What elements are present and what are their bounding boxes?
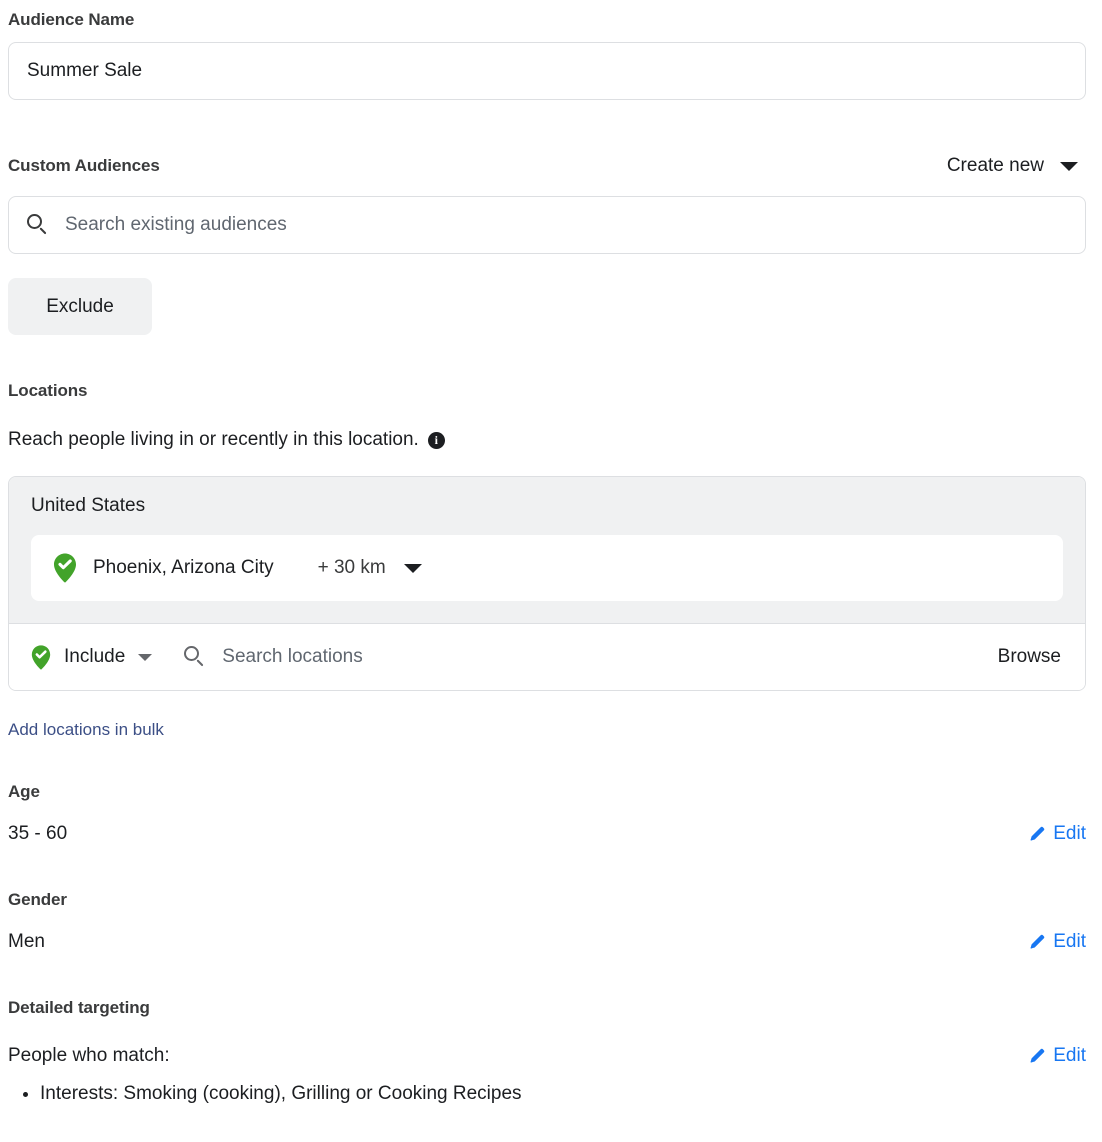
edit-gender-button[interactable]: Edit xyxy=(1029,931,1086,953)
locations-description: Reach people living in or recently in th… xyxy=(8,429,445,451)
audience-name-value: Summer Sale xyxy=(27,60,142,82)
include-label: Include xyxy=(64,646,125,668)
edit-detailed-targeting-button[interactable]: Edit xyxy=(1029,1045,1086,1067)
locations-description-text: Reach people living in or recently in th… xyxy=(8,429,419,451)
selected-location-label: Phoenix, Arizona City xyxy=(93,557,274,579)
audience-editor-panel: Audience Name Summer Sale Custom Audienc… xyxy=(0,0,1102,1142)
search-icon xyxy=(184,646,206,668)
pencil-icon xyxy=(1029,1047,1047,1065)
search-audiences-placeholder: Search existing audiences xyxy=(65,214,287,236)
edit-gender-label: Edit xyxy=(1053,931,1086,953)
search-audiences-input[interactable]: Search existing audiences xyxy=(8,196,1086,254)
custom-audiences-header: Custom Audiences Create new xyxy=(8,155,1086,177)
age-label: Age xyxy=(8,782,40,802)
audience-name-label: Audience Name xyxy=(8,10,1094,30)
edit-age-button[interactable]: Edit xyxy=(1029,823,1086,845)
list-item: Interests: Smoking (cooking), Grilling o… xyxy=(40,1082,522,1106)
age-value: 35 - 60 xyxy=(8,823,67,845)
create-new-dropdown[interactable]: Create new xyxy=(947,155,1086,177)
chevron-down-icon xyxy=(138,654,152,661)
pencil-icon xyxy=(1029,825,1047,843)
locations-search-row: Include Search locations Browse xyxy=(9,623,1085,690)
detailed-targeting-label: Detailed targeting xyxy=(8,998,150,1018)
gender-label: Gender xyxy=(8,890,67,910)
interests-list: Interests: Smoking (cooking), Grilling o… xyxy=(8,1082,522,1106)
people-who-match-label: People who match: xyxy=(8,1045,170,1067)
locations-selected-area: United States Phoenix, Arizona City + 30… xyxy=(9,477,1085,623)
location-search-placeholder: Search locations xyxy=(222,646,362,668)
create-new-label: Create new xyxy=(947,155,1044,177)
edit-detailed-targeting-label: Edit xyxy=(1053,1045,1086,1067)
locations-card: United States Phoenix, Arizona City + 30… xyxy=(8,476,1086,691)
search-icon xyxy=(27,214,49,236)
age-row: 35 - 60 Edit xyxy=(8,823,1086,845)
chevron-down-icon xyxy=(1060,162,1078,171)
include-exclude-dropdown[interactable]: Include xyxy=(31,645,152,670)
edit-age-label: Edit xyxy=(1053,823,1086,845)
location-pin-icon xyxy=(53,553,77,583)
exclude-button[interactable]: Exclude xyxy=(8,278,152,335)
add-locations-in-bulk-link[interactable]: Add locations in bulk xyxy=(8,720,164,740)
location-search-input[interactable]: Search locations xyxy=(184,646,983,668)
country-label: United States xyxy=(31,495,1063,517)
pencil-icon xyxy=(1029,933,1047,951)
gender-value: Men xyxy=(8,931,45,953)
audience-name-input[interactable]: Summer Sale xyxy=(8,42,1086,100)
location-chip[interactable]: Phoenix, Arizona City + 30 km xyxy=(31,535,1063,601)
include-pin-icon xyxy=(31,645,51,670)
detailed-targeting-row: People who match: Edit xyxy=(8,1045,1086,1067)
chevron-down-icon xyxy=(404,564,422,573)
locations-label: Locations xyxy=(8,381,87,401)
browse-button[interactable]: Browse xyxy=(998,646,1063,668)
custom-audiences-label: Custom Audiences xyxy=(8,156,160,176)
gender-row: Men Edit xyxy=(8,931,1086,953)
radius-value: + 30 km xyxy=(318,557,386,579)
radius-dropdown[interactable]: + 30 km xyxy=(318,557,422,579)
audience-name-section: Audience Name Summer Sale xyxy=(8,10,1094,100)
info-icon[interactable]: i xyxy=(428,432,445,449)
